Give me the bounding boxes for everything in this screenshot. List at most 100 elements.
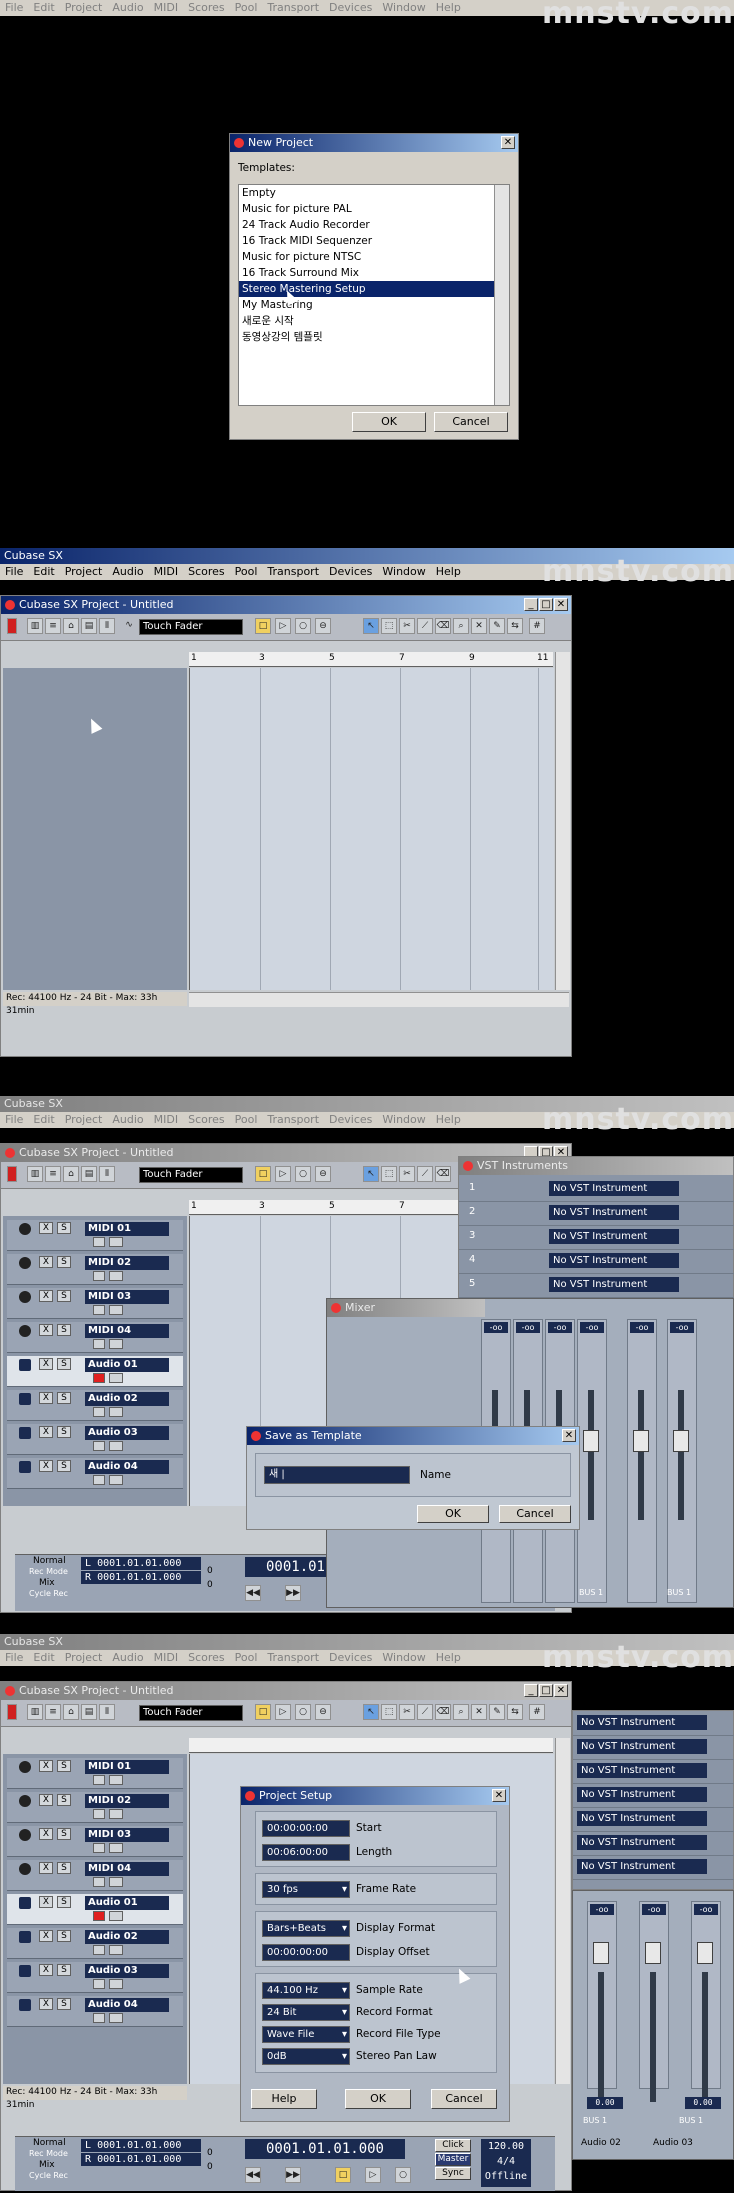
inspector-icon[interactable]: ▥ [27,1166,43,1182]
menu-window[interactable]: Window [377,1112,430,1128]
overview-icon[interactable]: ⌂ [63,1704,79,1720]
list-item-selected[interactable]: Stereo Mastering Setup [239,281,509,297]
activate-project-button[interactable] [7,1166,17,1182]
vertical-scrollbar[interactable] [555,652,570,990]
rewind-icon[interactable]: ◀◀ [245,2167,261,2183]
solo-button[interactable]: S [57,1760,71,1772]
templates-list[interactable]: Empty Music for picture PAL 24 Track Aud… [238,184,510,406]
draw-tool-icon[interactable]: ✎ [489,1704,505,1720]
help-button[interactable]: Help [251,2089,317,2109]
info-line-icon[interactable]: ≡ [45,1166,61,1182]
fader-handle[interactable] [583,1430,599,1452]
lane-button[interactable] [109,1237,123,1247]
template-name-input[interactable]: 새 | [264,1466,410,1484]
track-row[interactable]: X S Audio 02 [7,1928,183,1959]
mute-button[interactable]: X [39,1222,53,1234]
menu-devices[interactable]: Devices [324,1112,377,1128]
transport-play-icon[interactable]: ▷ [365,2167,381,2183]
length-field[interactable]: 00:06:00:00 [262,1844,350,1861]
menu-help[interactable]: Help [431,564,466,580]
record-enable-button[interactable] [93,1305,105,1315]
play-icon[interactable]: ▷ [275,1704,291,1720]
lane-button[interactable] [109,1843,123,1853]
mixer-channel[interactable]: -oo [691,1901,721,2102]
arrow-tool-icon[interactable]: ↖ [363,618,379,634]
menu-help[interactable]: Help [431,0,466,16]
menu-midi[interactable]: MIDI [149,0,183,16]
list-item[interactable]: 새로운 시작 [239,313,509,329]
mute-button[interactable]: X [39,1930,53,1942]
track-list[interactable]: X S MIDI 01 X S MIDI 02 X S MIDI 03 X S MIDI 04 … [3,1216,187,1506]
track-name[interactable]: Audio 04 [85,1998,169,2012]
menu-file[interactable]: File [0,564,28,580]
pool-icon[interactable]: ▤ [81,1166,97,1182]
lane-button[interactable] [109,1877,123,1887]
mute-button[interactable]: X [39,1392,53,1404]
left-locator[interactable]: L 0001.01.01.000 [81,1557,201,1570]
glue-tool-icon[interactable]: ⟋ [417,618,433,634]
vst-slot[interactable]: No VST Instrument [573,1831,734,1856]
cancel-button[interactable]: Cancel [499,1505,571,1523]
track-row-selected[interactable]: X S Audio 01 [7,1894,183,1925]
record-enable-button[interactable] [93,1979,105,1989]
solo-button[interactable]: S [57,1426,71,1438]
fader-track[interactable] [638,1390,644,1520]
track-name[interactable]: MIDI 04 [85,1862,169,1876]
overview-icon[interactable]: ⌂ [63,618,79,634]
maximize-icon[interactable]: □ [539,1684,553,1697]
rewind-icon[interactable]: ◀◀ [245,1585,261,1601]
mute-button[interactable]: X [39,1794,53,1806]
glue-tool-icon[interactable]: ⟋ [417,1704,433,1720]
vst-slot[interactable]: No VST Instrument [573,1783,734,1808]
play-icon[interactable]: ▷ [275,618,291,634]
split-tool-icon[interactable]: ✂ [399,618,415,634]
vst-slot[interactable]: No VST Instrument [573,1735,734,1760]
fader-handle[interactable] [593,1942,609,1964]
lane-button[interactable] [109,1339,123,1349]
track-list[interactable]: X S MIDI 01 X S MIDI 02 X S MIDI 03 X S MIDI 04 … [3,1754,187,2084]
inspector-icon[interactable]: ▥ [27,618,43,634]
solo-button[interactable]: S [57,1256,71,1268]
vst-slot[interactable]: 1 No VST Instrument [459,1177,734,1202]
track-name[interactable]: Audio 01 [85,1358,169,1372]
master-button[interactable]: Master [435,2153,471,2166]
lane-button[interactable] [109,1305,123,1315]
mute-button[interactable]: X [39,1324,53,1336]
event-display[interactable] [189,668,554,990]
lane-button[interactable] [109,1373,123,1383]
stop-icon[interactable]: □ [255,1166,271,1182]
record-icon[interactable]: ○ [295,1166,311,1182]
lane-button[interactable] [109,2013,123,2023]
track-row[interactable]: X S MIDI 01 [7,1758,183,1789]
menu-project[interactable]: Project [60,1112,108,1128]
zoom-tool-icon[interactable]: ⌕ [453,618,469,634]
solo-button[interactable]: S [57,1358,71,1370]
lane-button[interactable] [109,1911,123,1921]
mixer-icon[interactable]: ⫴ [99,1166,115,1182]
vst-slot-label[interactable]: No VST Instrument [577,1715,707,1730]
vertical-scrollbar[interactable] [555,1738,570,2084]
menu-pool[interactable]: Pool [230,1650,263,1666]
track-row[interactable]: X S MIDI 01 [7,1220,183,1251]
record-enable-button[interactable] [93,1809,105,1819]
record-enable-button[interactable] [93,1373,105,1383]
track-name[interactable]: MIDI 02 [85,1794,169,1808]
track-row[interactable]: X S MIDI 02 [7,1254,183,1285]
menu-file[interactable]: File [0,1650,28,1666]
solo-button[interactable]: S [57,1290,71,1302]
solo-button[interactable]: S [57,1964,71,1976]
sync-button[interactable]: Sync [435,2167,471,2180]
track-name[interactable]: Audio 04 [85,1460,169,1474]
solo-button[interactable]: S [57,1896,71,1908]
list-item[interactable]: 16 Track Surround Mix [239,265,509,281]
cycle-icon[interactable]: ⊖ [315,1704,331,1720]
solo-button[interactable]: S [57,1324,71,1336]
vst-slot-label[interactable]: No VST Instrument [577,1763,707,1778]
record-enable-button[interactable] [93,1271,105,1281]
track-name[interactable]: MIDI 02 [85,1256,169,1270]
mixer-channel[interactable]: -oo [577,1319,607,1603]
track-name[interactable]: Audio 02 [85,1392,169,1406]
record-enable-button[interactable] [93,1877,105,1887]
vst-slot-label[interactable]: No VST Instrument [549,1253,679,1268]
frame-rate-dropdown[interactable]: 30 fps ▾ [262,1881,350,1898]
